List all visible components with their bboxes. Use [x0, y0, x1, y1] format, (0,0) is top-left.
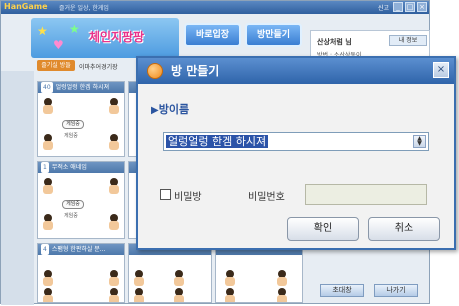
my-info-button[interactable]: 내 정보 [389, 35, 427, 46]
room-name-label: ▶방이름 [151, 103, 190, 116]
room-status: 게임중 [62, 120, 84, 129]
spin-updown-icon[interactable]: ▲ ▼ [413, 135, 426, 148]
room-tile[interactable]: 40 얼렁얼렁 한겜 하시져 게임중 게임중 [37, 81, 125, 157]
room-status: 게임중 [62, 200, 84, 209]
ok-button[interactable]: 확인 [287, 217, 359, 241]
avatar [42, 214, 54, 230]
close-icon[interactable]: × [417, 2, 427, 12]
avatar [276, 270, 288, 286]
heart-icon: ♥ [53, 38, 64, 52]
star-icon: ★ [37, 24, 48, 38]
dialog-close-button[interactable]: × [433, 62, 449, 78]
channel-tag[interactable]: 즐기실 방들 [37, 60, 75, 71]
avatar [42, 134, 54, 150]
room-header: 40 얼렁얼렁 한겜 하시져 [38, 82, 124, 93]
cancel-button[interactable]: 취소 [368, 217, 440, 241]
invite-button[interactable]: 초대창 [320, 284, 364, 297]
secret-room-checkbox[interactable] [160, 189, 171, 200]
avatar [173, 288, 185, 302]
avatar [42, 178, 54, 194]
room-substatus: 게임중 [64, 133, 78, 139]
sidebar [1, 71, 34, 305]
room-substatus: 게임중 [64, 213, 78, 219]
room-header: 1 무적소 애네임 [38, 162, 124, 173]
avatar [173, 270, 185, 286]
make-room-dialog: 방 만들기 × ▶방이름 얼렁얼렁 한겜 하시져 ▲ ▼ 비밀방 비밀번호 확인 … [136, 56, 456, 250]
dialog-title: 방 만들기 [171, 64, 220, 78]
avatar [224, 270, 236, 286]
avatar [42, 98, 54, 114]
dialog-titlebar[interactable]: 방 만들기 × [138, 58, 454, 84]
window-subtitle: 즐거운 일상, 한게임 [59, 5, 109, 12]
report-link[interactable]: 신고 [378, 3, 389, 12]
avatar [108, 98, 120, 114]
avatar [108, 270, 120, 286]
quick-join-button[interactable]: 바로입장 [184, 23, 241, 47]
exit-button[interactable]: 나가기 [374, 284, 418, 297]
make-room-button[interactable]: 방만들기 [245, 23, 302, 47]
window-titlebar: HanGame 즐거운 일상, 한게임 신고 _ □ × [1, 1, 429, 14]
avatar [133, 288, 145, 302]
game-banner: ★ ♥ ★ 체인지팡팡 [31, 18, 179, 58]
maximize-icon[interactable]: □ [405, 2, 415, 12]
avatar [276, 288, 288, 302]
room-tile[interactable] [128, 243, 212, 303]
password-label: 비밀번호 [248, 192, 285, 203]
hangame-logo: HanGame [4, 2, 48, 11]
triangle-right-icon: ▶ [151, 105, 159, 116]
avatar [108, 134, 120, 150]
room-tile[interactable] [215, 243, 303, 303]
secret-room-label[interactable]: 비밀방 [174, 188, 202, 203]
channel-title: 이마추어경기장 [79, 64, 118, 71]
room-header: 4 스팸형 한판하실 분... [38, 244, 124, 255]
star-icon: ★ [69, 22, 80, 36]
room-tile[interactable]: 4 스팸형 한판하실 분... [37, 243, 125, 303]
avatar [108, 178, 120, 194]
avatar [42, 270, 54, 286]
window-controls: _ □ × [393, 2, 427, 12]
room-tile[interactable]: 1 무적소 애네임 게임중 게임중 [37, 161, 125, 239]
banner-title: 체인지팡팡 [89, 30, 145, 44]
orange-orb-icon [147, 63, 163, 79]
avatar [108, 288, 120, 302]
avatar [42, 288, 54, 302]
avatar [224, 288, 236, 302]
avatar [133, 270, 145, 286]
user-name: 산상처럼 님 [317, 38, 352, 46]
room-name-combobox[interactable]: 얼렁얼렁 한겜 하시져 ▲ ▼ [163, 132, 429, 151]
minimize-icon[interactable]: _ [393, 2, 403, 12]
room-name-value[interactable]: 얼렁얼렁 한겜 하시져 [166, 135, 269, 148]
password-field[interactable] [305, 184, 427, 205]
avatar [108, 214, 120, 230]
